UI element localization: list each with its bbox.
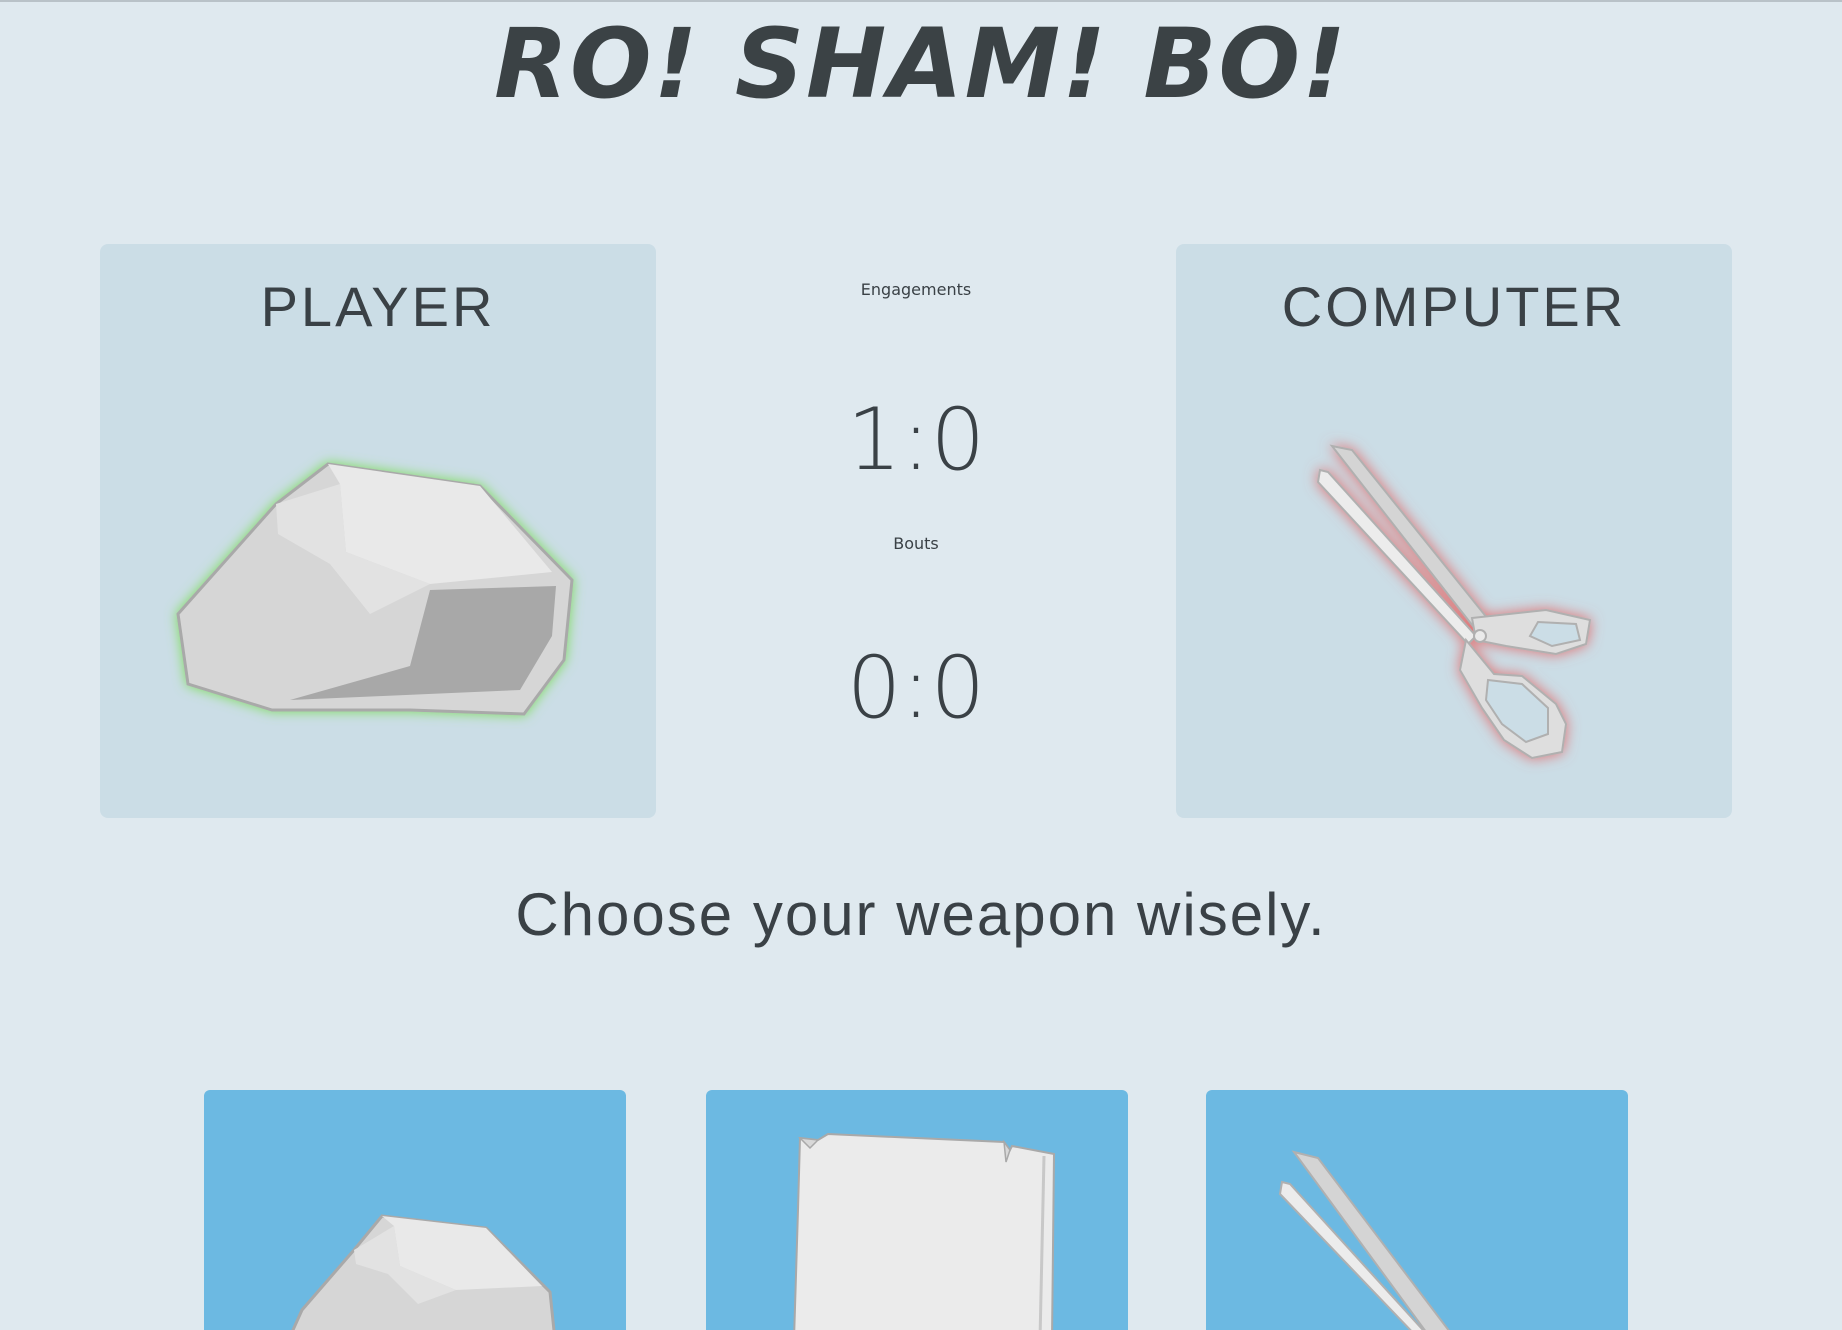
weapon-paper-button[interactable] — [706, 1090, 1128, 1330]
computer-label: COMPUTER — [1281, 275, 1627, 338]
game-title: RO! SHAM! BO! — [494, 8, 1348, 120]
computer-choice-scissors-icon — [1176, 374, 1732, 794]
instructions-text: Choose your weapon wisely. — [515, 881, 1327, 948]
rock-icon — [291, 1214, 556, 1330]
engagements-label: Engagements — [860, 280, 972, 299]
computer-panel: COMPUTER — [1176, 244, 1732, 818]
bouts-score-value: 0:0 — [846, 638, 986, 738]
paper-icon — [793, 1132, 1056, 1330]
player-choice-rock-icon — [100, 374, 656, 794]
weapon-scissors-button[interactable] — [1206, 1090, 1628, 1330]
scissors-icon — [1278, 1150, 1450, 1330]
engagements-score-value: 1:0 — [846, 390, 986, 490]
bouts-label: Bouts — [893, 534, 939, 553]
player-label: PLAYER — [260, 275, 496, 338]
player-panel: PLAYER — [100, 244, 656, 818]
weapon-rock-button[interactable] — [204, 1090, 626, 1330]
engagements-score: 1:0 — [656, 390, 1176, 490]
bouts-score: 0:0 — [656, 638, 1176, 738]
